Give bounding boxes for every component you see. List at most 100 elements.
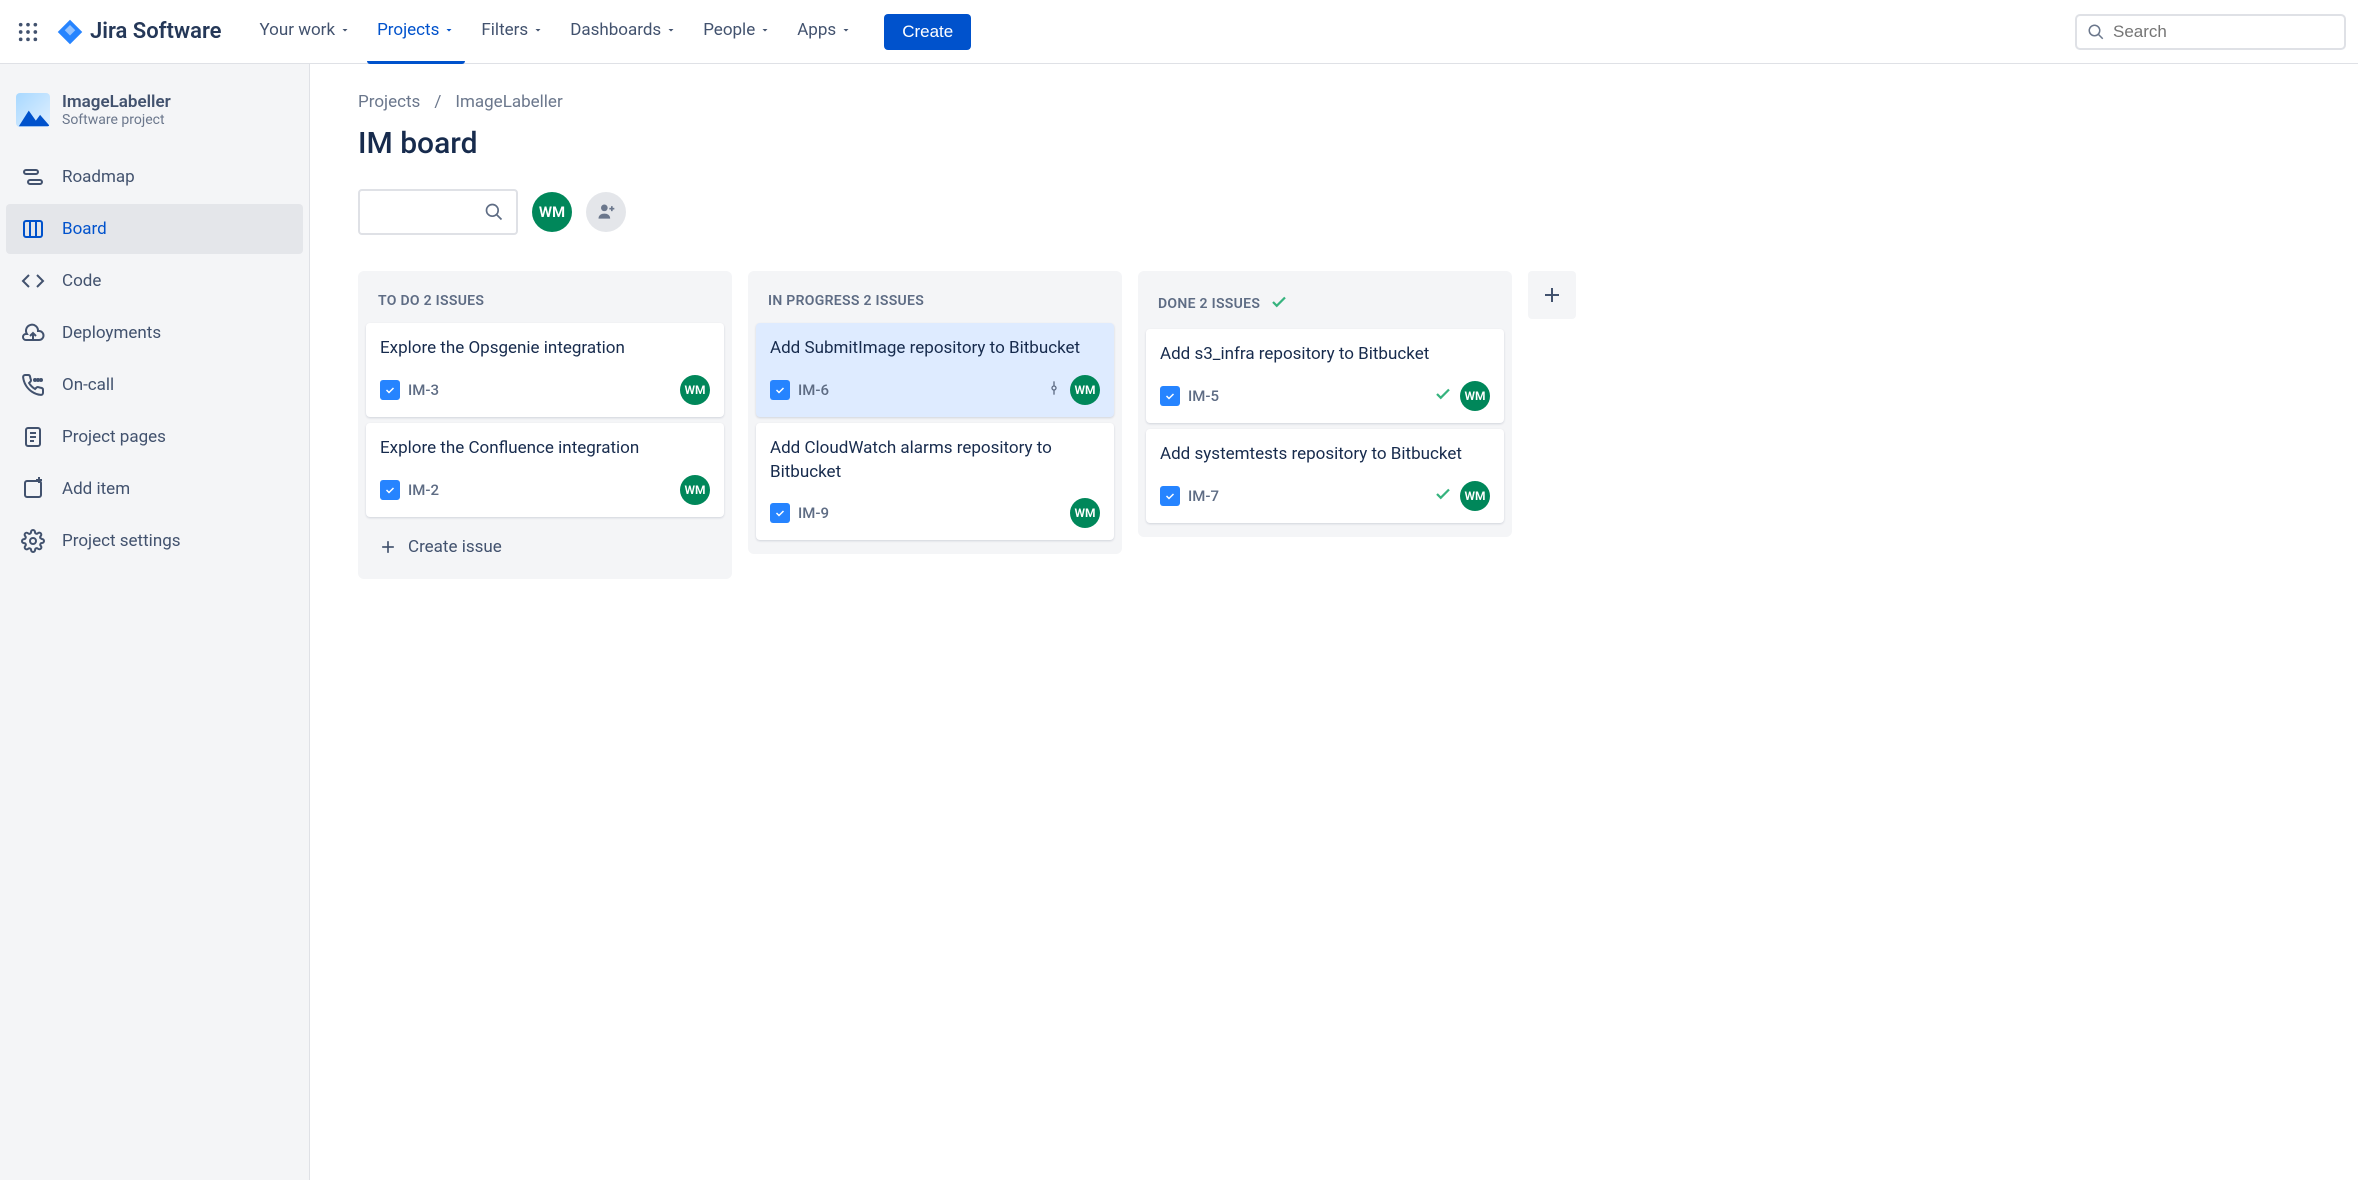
sidebar-item-label: Project settings: [62, 531, 181, 551]
check-icon: [1434, 485, 1452, 503]
issue-key: IM-3: [408, 381, 439, 399]
breadcrumb-link[interactable]: Projects: [358, 92, 420, 112]
filter-user-avatar[interactable]: WM: [532, 192, 572, 232]
settings-icon: [20, 528, 46, 554]
nav-item-apps[interactable]: Apps: [787, 0, 862, 64]
create-issue-button[interactable]: Create issue: [366, 523, 724, 571]
task-type-icon: [1160, 486, 1180, 506]
column-header[interactable]: DONE 2 ISSUES: [1146, 285, 1504, 329]
issue-card[interactable]: Add s3_infra repository to Bitbucket IM-5…: [1146, 329, 1504, 423]
sidebar-item-on-call[interactable]: On-call: [6, 360, 303, 410]
chevron-down-icon: [532, 24, 544, 36]
search-icon: [484, 202, 504, 222]
sidebar-item-board[interactable]: Board: [6, 204, 303, 254]
card-title: Add CloudWatch alarms repository to Bitb…: [770, 437, 1100, 485]
column-header[interactable]: IN PROGRESS 2 ISSUES: [756, 285, 1114, 323]
sidebar-item-label: Board: [62, 219, 107, 239]
sidebar-item-label: Project pages: [62, 427, 166, 447]
issue-key: IM-6: [798, 381, 829, 399]
board-title: IM board: [358, 126, 2310, 161]
breadcrumb-link[interactable]: ImageLabeller: [455, 92, 562, 112]
card-title: Add SubmitImage repository to Bitbucket: [770, 337, 1100, 361]
assignee-avatar[interactable]: WM: [1460, 481, 1490, 511]
sidebar-item-add-item[interactable]: Add item: [6, 464, 303, 514]
search-input[interactable]: [2113, 22, 2334, 42]
sidebar-item-label: Roadmap: [62, 167, 135, 187]
create-button[interactable]: Create: [884, 14, 971, 50]
column-title: IN PROGRESS 2 ISSUES: [768, 293, 924, 309]
kanban-board: TO DO 2 ISSUESExplore the Opsgenie integ…: [358, 271, 2310, 579]
code-icon: [20, 268, 46, 294]
oncall-icon: [20, 372, 46, 398]
project-type: Software project: [62, 112, 171, 128]
assignee-avatar[interactable]: WM: [680, 375, 710, 405]
issue-card[interactable]: Explore the Opsgenie integrationIM-3WM: [366, 323, 724, 417]
task-type-icon: [380, 380, 400, 400]
additem-icon: [20, 476, 46, 502]
assignee-avatar[interactable]: WM: [680, 475, 710, 505]
issue-key: IM-5: [1188, 387, 1219, 405]
board-filter-row: WM: [358, 189, 2310, 235]
project-avatar: [16, 93, 50, 127]
issue-card[interactable]: Add CloudWatch alarms repository to Bitb…: [756, 423, 1114, 541]
chevron-down-icon: [759, 24, 771, 36]
assignee-avatar[interactable]: WM: [1070, 498, 1100, 528]
assignee-avatar[interactable]: WM: [1460, 381, 1490, 411]
sidebar-item-project-settings[interactable]: Project settings: [6, 516, 303, 566]
add-column-button[interactable]: [1528, 271, 1576, 319]
project-name: ImageLabeller: [62, 92, 171, 112]
sidebar-item-label: Code: [62, 271, 101, 291]
chevron-down-icon: [339, 24, 351, 36]
card-title: Explore the Confluence integration: [380, 437, 710, 461]
main-content: Projects / ImageLabeller IM board WM TO …: [310, 64, 2358, 1180]
issue-key: IM-2: [408, 481, 439, 499]
global-search[interactable]: [2075, 14, 2346, 50]
jira-logo[interactable]: Jira Software: [48, 18, 230, 46]
check-icon: [1434, 385, 1452, 403]
chevron-down-icon: [665, 24, 677, 36]
top-navigation: Jira Software Your workProjectsFiltersDa…: [0, 0, 2358, 64]
nav-item-projects[interactable]: Projects: [367, 0, 465, 64]
nav-item-filters[interactable]: Filters: [471, 0, 554, 64]
task-type-icon: [380, 480, 400, 500]
nav-item-people[interactable]: People: [693, 0, 781, 64]
issue-key: IM-9: [798, 504, 829, 522]
chevron-down-icon: [443, 24, 455, 36]
project-header[interactable]: ImageLabeller Software project: [0, 92, 309, 152]
nav-item-dashboards[interactable]: Dashboards: [560, 0, 687, 64]
sidebar-item-label: Deployments: [62, 323, 161, 343]
pages-icon: [20, 424, 46, 450]
issue-card[interactable]: Add systemtests repository to BitbucketI…: [1146, 429, 1504, 523]
nav-items: Your workProjectsFiltersDashboardsPeople…: [250, 0, 863, 64]
add-person-icon: [596, 202, 616, 222]
issue-card[interactable]: Explore the Confluence integration IM-2 WM: [366, 423, 724, 517]
column-header[interactable]: TO DO 2 ISSUES: [366, 285, 724, 323]
nav-item-your-work[interactable]: Your work: [250, 0, 362, 64]
column-done: DONE 2 ISSUESAdd s3_infra repository to …: [1138, 271, 1512, 537]
chevron-down-icon: [840, 24, 852, 36]
project-sidebar: ImageLabeller Software project Roadmap Bo…: [0, 64, 310, 1180]
sidebar-item-label: On-call: [62, 375, 114, 395]
deployments-icon: [20, 320, 46, 346]
task-type-icon: [770, 380, 790, 400]
sidebar-item-roadmap[interactable]: Roadmap: [6, 152, 303, 202]
issue-key: IM-7: [1188, 487, 1219, 505]
add-people-button[interactable]: [586, 192, 626, 232]
jira-logo-icon: [56, 18, 84, 46]
assignee-avatar[interactable]: WM: [1070, 375, 1100, 405]
search-icon: [2087, 23, 2105, 41]
board-icon: [20, 216, 46, 242]
roadmap-icon: [20, 164, 46, 190]
sidebar-item-project-pages[interactable]: Project pages: [6, 412, 303, 462]
app-switcher-button[interactable]: [12, 16, 44, 48]
column-title: TO DO 2 ISSUES: [378, 293, 484, 309]
sidebar-item-code[interactable]: Code: [6, 256, 303, 306]
task-type-icon: [770, 503, 790, 523]
sidebar-item-deployments[interactable]: Deployments: [6, 308, 303, 358]
plus-icon: [1540, 283, 1564, 307]
card-title: Add s3_infra repository to Bitbucket: [1160, 343, 1490, 367]
column-in-progress: IN PROGRESS 2 ISSUES Add SubmitImage repo…: [748, 271, 1122, 554]
issue-card[interactable]: Add SubmitImage repository to Bitbucket I…: [756, 323, 1114, 417]
board-search[interactable]: [358, 189, 518, 235]
logo-text: Jira Software: [90, 19, 222, 44]
